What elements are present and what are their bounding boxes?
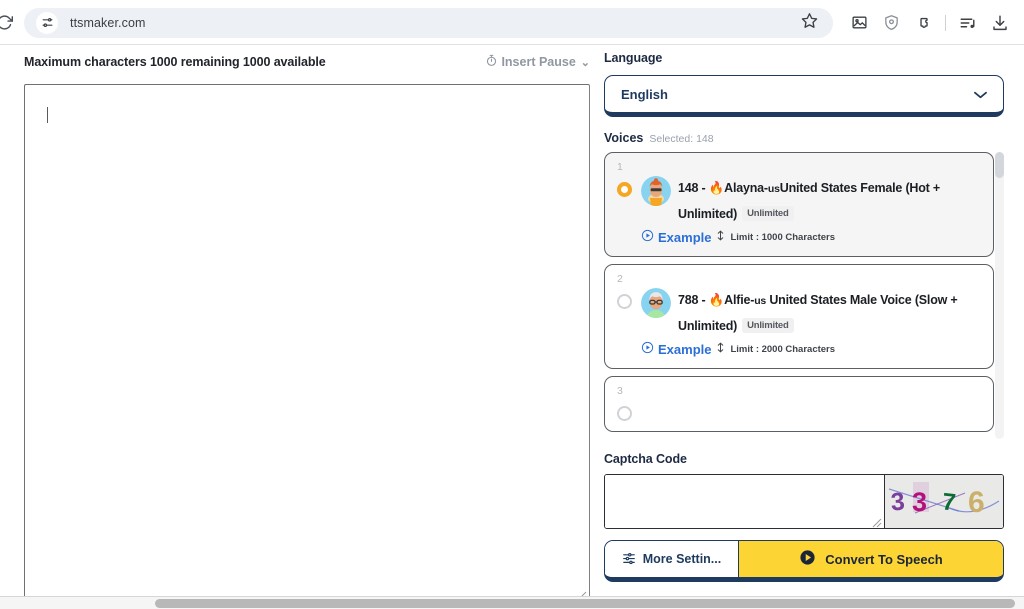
- voice-radio[interactable]: [617, 182, 632, 197]
- language-label: Language: [604, 51, 663, 65]
- chevron-down-icon: ⌄: [580, 56, 590, 69]
- voice-title-main: 788 - 🔥Alfie-: [678, 293, 755, 307]
- media-playlist-icon[interactable]: [952, 7, 984, 39]
- settings-panel: Language English Voices Selected: 148 1: [604, 51, 1004, 582]
- voice-index: 1: [617, 161, 623, 173]
- captcha-label: Captcha Code: [604, 452, 687, 466]
- voice-example-button[interactable]: Example: [641, 229, 711, 245]
- voice-main-row: 788 - 🔥Alfie-us United States Male Voice…: [617, 286, 981, 339]
- voices-header: Voices Selected: 148: [604, 131, 1004, 145]
- insert-pause-button[interactable]: Insert Pause ⌄: [485, 54, 590, 70]
- voice-title: 788 - 🔥Alfie-us United States Male Voice…: [678, 286, 981, 339]
- character-count-label: Maximum characters 1000 remaining 1000 a…: [24, 55, 326, 69]
- toolbar-divider: [945, 14, 946, 31]
- voice-main-row: [617, 398, 981, 421]
- extensions-puzzle-icon[interactable]: [907, 7, 939, 39]
- more-settings-label: More Settin...: [642, 552, 722, 566]
- convert-to-speech-label: Convert To Speech: [825, 551, 943, 567]
- star-icon: [801, 12, 818, 34]
- voice-card[interactable]: 2 788 - 🔥Alfie-us United States Male Voi…: [604, 264, 994, 369]
- voice-title: 148 - 🔥Alayna-usUnited States Female (Ho…: [678, 174, 981, 227]
- captcha-resize-handle[interactable]: [871, 515, 882, 528]
- voices-list[interactable]: 1 148 - 🔥Alayna-usUnited States Female (…: [604, 152, 1004, 439]
- voice-radio[interactable]: [617, 294, 632, 309]
- download-icon[interactable]: [984, 7, 1016, 39]
- svg-text:3: 3: [890, 488, 906, 517]
- address-bar-url: ttsmaker.com: [70, 15, 146, 30]
- chevron-down-icon: [974, 87, 987, 102]
- voice-index: 3: [617, 385, 623, 397]
- voice-footer: Example Limit : 1000 Characters: [617, 228, 981, 246]
- sliders-icon: [622, 551, 636, 568]
- insert-pause-label: Insert Pause: [501, 55, 576, 69]
- voice-example-label: Example: [658, 229, 712, 245]
- voice-radio[interactable]: [617, 406, 632, 421]
- voice-title-locale: us: [754, 295, 767, 307]
- voice-footer: Example Limit : 2000 Characters: [617, 340, 981, 358]
- speed-icon: [715, 340, 726, 358]
- play-icon: [799, 549, 816, 569]
- convert-to-speech-button[interactable]: Convert To Speech: [739, 541, 1003, 577]
- play-icon: [641, 341, 654, 357]
- browser-toolbar: ttsmaker.com: [0, 0, 1024, 45]
- voice-example-label: Example: [658, 341, 712, 357]
- action-buttons: More Settin... Convert To Speech: [604, 540, 1004, 582]
- voices-scroll-area: 1 148 - 🔥Alayna-usUnited States Female (…: [604, 152, 994, 439]
- stopwatch-icon: [485, 54, 498, 70]
- svg-text:3: 3: [912, 487, 927, 517]
- language-select[interactable]: English: [604, 75, 1004, 117]
- more-settings-button[interactable]: More Settin...: [605, 541, 739, 577]
- voice-badge: Unlimited: [742, 318, 794, 333]
- page-content: Maximum characters 1000 remaining 1000 a…: [0, 45, 1024, 609]
- voices-scrollbar[interactable]: [995, 152, 1004, 439]
- editor-header: Maximum characters 1000 remaining 1000 a…: [24, 51, 590, 73]
- avatar: [641, 288, 671, 318]
- captcha-row: 3 3 7 6: [604, 474, 1004, 529]
- bookmark-button[interactable]: [785, 7, 833, 38]
- page-horizontal-scrollbar[interactable]: [0, 596, 1024, 609]
- shield-icon[interactable]: [875, 7, 907, 39]
- image-icon[interactable]: [843, 7, 875, 39]
- play-icon: [641, 229, 654, 245]
- voice-limit-label: Limit : 1000 Characters: [730, 231, 836, 243]
- voice-title-main: 148 - 🔥Alayna-: [678, 181, 768, 195]
- voice-badge: Unlimited: [742, 206, 794, 221]
- page-horizontal-scrollbar-thumb[interactable]: [155, 599, 1015, 608]
- reload-icon[interactable]: [0, 10, 17, 36]
- speed-icon: [715, 228, 726, 246]
- address-bar[interactable]: ttsmaker.com: [24, 7, 833, 38]
- voice-card[interactable]: 3: [604, 376, 994, 432]
- site-settings-icon[interactable]: [36, 11, 58, 34]
- voices-scrollbar-thumb[interactable]: [995, 152, 1004, 178]
- voice-main-row: 148 - 🔥Alayna-usUnited States Female (Ho…: [617, 174, 981, 227]
- voice-title-locale: us: [767, 183, 780, 195]
- captcha-image[interactable]: 3 3 7 6: [885, 475, 1003, 528]
- text-editor-wrapper: [24, 84, 590, 602]
- voice-card[interactable]: 1 148 - 🔥Alayna-usUnited States Female (…: [604, 152, 994, 257]
- text-input-panel: Maximum characters 1000 remaining 1000 a…: [24, 51, 590, 602]
- svg-text:6: 6: [968, 486, 985, 519]
- language-selected-value: English: [621, 86, 668, 102]
- voices-label: Voices: [604, 131, 644, 145]
- text-input-textarea[interactable]: [24, 84, 590, 602]
- voice-limit-label: Limit : 2000 Characters: [730, 343, 836, 355]
- text-caret: [47, 107, 48, 123]
- voice-example-button[interactable]: Example: [641, 341, 711, 357]
- voice-index: 2: [617, 273, 623, 285]
- captcha-input[interactable]: [605, 475, 885, 528]
- avatar: [641, 176, 671, 206]
- browser-toolbar-icons: [843, 7, 1024, 39]
- svg-text:7: 7: [941, 488, 957, 516]
- voices-selected-count: Selected: 148: [649, 133, 714, 145]
